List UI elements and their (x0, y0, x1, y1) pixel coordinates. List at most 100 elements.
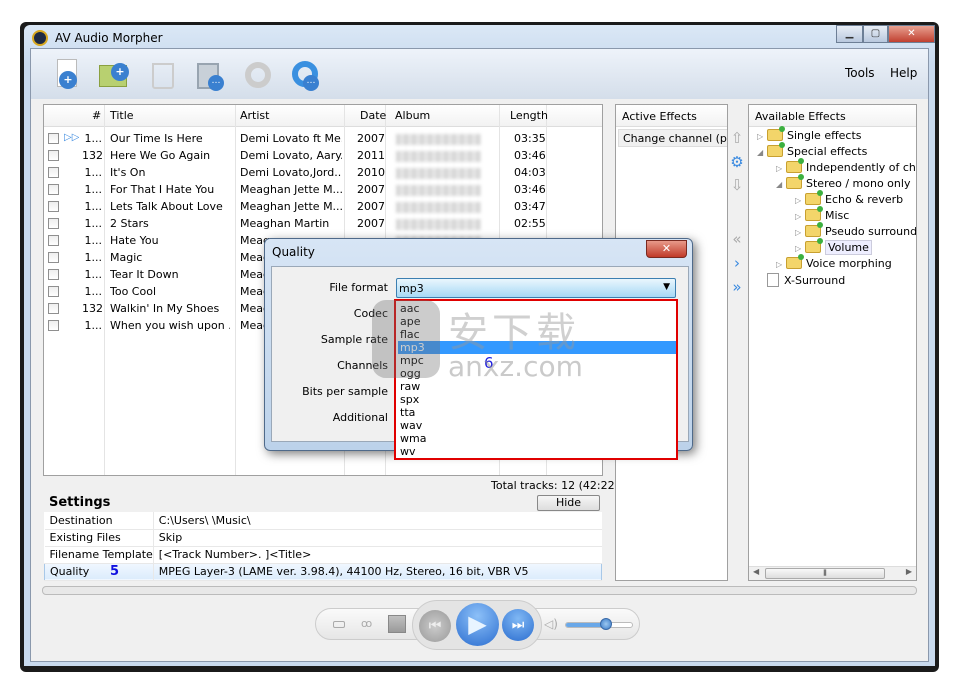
volume-icon: ◁) (544, 617, 558, 631)
table-row[interactable]: 132 Here We Go Again Demi Lovato, Aary..… (44, 147, 600, 164)
volume-slider-thumb[interactable] (599, 618, 612, 630)
row-checkbox[interactable] (48, 252, 59, 263)
minimize-button[interactable]: ▁ (836, 25, 863, 43)
row-checkbox[interactable] (48, 133, 59, 144)
tree-item-voice-morphing[interactable]: ▷ Voice morphing (776, 254, 892, 270)
close-button[interactable]: ✕ (888, 25, 935, 43)
track-title: Here We Go Again (110, 149, 211, 162)
tree-item-misc[interactable]: ▷ Misc (795, 206, 849, 222)
add-folder-icon[interactable]: + (97, 57, 133, 93)
track-album-blurred (396, 202, 481, 213)
setting-label: Existing Files (44, 529, 154, 547)
tree-item-volume[interactable]: ▷ Volume (795, 238, 872, 255)
table-row[interactable]: 1... For That I Hate You Meaghan Jette M… (44, 181, 600, 198)
col-number[interactable]: # (92, 109, 101, 122)
hide-button[interactable]: Hide (537, 495, 600, 511)
add-effect-icon[interactable]: › (729, 255, 745, 271)
tree-item-single-effects[interactable]: ▷ Single effects (757, 126, 862, 142)
tree-item-special-effects[interactable]: ◢ Special effects (757, 142, 867, 158)
stop-button[interactable] (388, 615, 406, 633)
next-button[interactable]: ⏭ (502, 609, 534, 641)
warning-file-icon (767, 273, 779, 287)
file-format-select[interactable]: mp3 ▼ (396, 278, 676, 298)
effect-settings-gear-icon[interactable]: ⚙ (729, 154, 745, 170)
clear-list-icon[interactable]: … (192, 57, 228, 93)
row-checkbox[interactable] (48, 235, 59, 246)
dropdown-option[interactable]: spx (398, 393, 676, 406)
folder-icon (805, 190, 823, 205)
setting-destination[interactable]: Destination C:\Users\ \Music\ (44, 512, 602, 530)
setting-quality[interactable]: Quality 5 MPEG Layer-3 (LAME ver. 3.98.4),… (44, 563, 602, 581)
track-title: Hate You (110, 234, 159, 247)
folder-icon (805, 238, 823, 253)
convert-icon[interactable] (240, 57, 276, 93)
col-artist[interactable]: Artist (240, 109, 269, 122)
row-checkbox[interactable] (48, 218, 59, 229)
remove-effect-icon[interactable]: « (729, 231, 745, 247)
shuffle-icon[interactable]: ꝏ (361, 617, 372, 630)
track-number: 1... (84, 319, 103, 332)
table-row[interactable]: 1... It's On Demi Lovato,Jord... 2010 04… (44, 164, 600, 181)
available-effects-panel[interactable]: Available Effects ▷ Single effects ◢ Speci… (748, 104, 917, 581)
table-row[interactable]: 1... 2 Stars Meaghan Martin 2007 02:55 (44, 215, 600, 232)
active-effect-item[interactable]: Change channel (prev (618, 129, 727, 147)
dialog-close-button[interactable]: ✕ (646, 240, 687, 258)
tree-label: Single effects (787, 129, 862, 142)
row-checkbox[interactable] (48, 167, 59, 178)
available-effects-title: Available Effects (755, 110, 846, 123)
col-title[interactable]: Title (110, 109, 134, 122)
row-checkbox[interactable] (48, 320, 59, 331)
row-checkbox[interactable] (48, 286, 59, 297)
track-title: When you wish upon ... (110, 319, 230, 332)
track-length: 03:47 (514, 200, 546, 213)
table-row[interactable]: 1... Lets Talk About Love Meaghan Jette … (44, 198, 600, 215)
menu-help[interactable]: Help (890, 66, 917, 80)
dropdown-option[interactable]: wv (398, 445, 676, 458)
track-artist: Meaghan Jette M... (240, 200, 342, 213)
tree-item-x-surround[interactable]: X-Surround (767, 273, 845, 287)
convert-options-icon[interactable]: … (287, 57, 323, 93)
tree-item-stereo-mono[interactable]: ◢ Stereo / mono only (776, 174, 910, 190)
row-checkbox[interactable] (48, 303, 59, 314)
menu-tools[interactable]: Tools (845, 66, 875, 80)
label-file-format: File format (329, 281, 388, 294)
col-length[interactable]: Length (510, 109, 548, 122)
track-album-blurred (396, 185, 481, 196)
play-button[interactable]: ▶ (456, 603, 499, 646)
table-row[interactable]: ▷▷ 1... Our Time Is Here Demi Lovato ft M… (44, 130, 600, 147)
row-checkbox[interactable] (48, 150, 59, 161)
setting-label: Filename Template (44, 546, 154, 564)
progress-bar[interactable] (42, 586, 917, 595)
row-checkbox[interactable] (48, 201, 59, 212)
track-album-blurred (396, 168, 481, 179)
setting-filename-template[interactable]: Filename Template [<Track Number>. ]<Titl… (44, 546, 602, 564)
track-artist: Meaghan Martin (240, 217, 330, 230)
previous-button[interactable]: ⏮ (419, 610, 451, 642)
move-down-icon[interactable]: ⇩ (729, 177, 745, 193)
mini-mode-icon[interactable] (333, 621, 345, 628)
dropdown-option[interactable]: tta (398, 406, 676, 419)
tree-item-pseudo-surround[interactable]: ▷ Pseudo surround (795, 222, 917, 238)
row-checkbox[interactable] (48, 269, 59, 280)
add-file-icon[interactable]: + (50, 57, 86, 93)
delete-icon[interactable] (145, 57, 181, 93)
move-up-icon[interactable]: ⇧ (729, 130, 745, 146)
track-date: 2007 (357, 132, 385, 145)
folder-icon (805, 222, 823, 237)
add-all-effects-icon[interactable]: » (729, 279, 745, 295)
track-date: 2011 (357, 149, 385, 162)
active-effects-title: Active Effects (622, 110, 697, 123)
row-checkbox[interactable] (48, 184, 59, 195)
dropdown-option[interactable]: wma (398, 432, 676, 445)
tree-item-echo-reverb[interactable]: ▷ Echo & reverb (795, 190, 903, 206)
col-date[interactable]: Date (360, 109, 386, 122)
maximize-button[interactable]: ▢ (863, 25, 888, 43)
setting-value: Skip (153, 529, 602, 547)
tree-item-independently[interactable]: ▷ Independently of char (776, 158, 916, 174)
volume-slider[interactable] (565, 622, 633, 628)
horizontal-scrollbar[interactable]: ◀ ⫼ ▶ (749, 566, 916, 580)
col-album[interactable]: Album (395, 109, 430, 122)
tree-label: Pseudo surround (825, 225, 917, 238)
dropdown-option[interactable]: wav (398, 419, 676, 432)
setting-existing-files[interactable]: Existing Files Skip (44, 529, 602, 547)
